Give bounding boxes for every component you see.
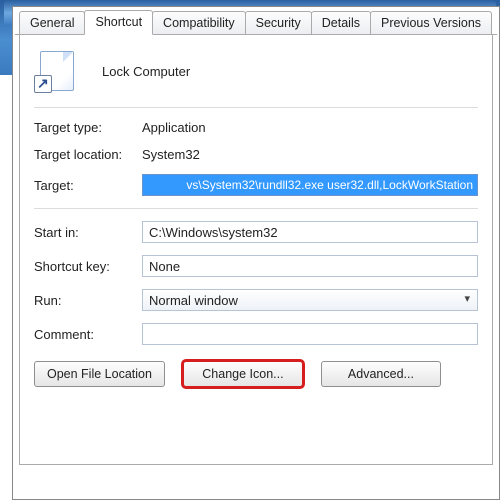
tab-shortcut[interactable]: Shortcut: [84, 10, 153, 35]
label-target-type: Target type:: [34, 120, 142, 135]
tab-details[interactable]: Details: [311, 11, 371, 34]
value-target-location: System32: [142, 147, 200, 162]
row-comment: Comment:: [34, 323, 478, 345]
select-run[interactable]: Normal window: [142, 289, 478, 311]
tab-compatibility[interactable]: Compatibility: [152, 11, 246, 34]
tab-previous-versions[interactable]: Previous Versions: [370, 11, 492, 34]
row-run: Run: Normal window: [34, 289, 478, 311]
value-target-type: Application: [142, 120, 206, 135]
input-shortcut-key[interactable]: [142, 255, 478, 277]
row-shortcut-key: Shortcut key:: [34, 255, 478, 277]
label-target: Target:: [34, 178, 142, 193]
input-comment[interactable]: [142, 323, 478, 345]
label-comment: Comment:: [34, 327, 142, 342]
shortcut-name: Lock Computer: [102, 64, 190, 79]
row-target-location: Target location: System32: [34, 147, 478, 162]
open-file-location-button[interactable]: Open File Location: [34, 361, 165, 387]
label-target-location: Target location:: [34, 147, 142, 162]
shortcut-header: Lock Computer: [34, 49, 478, 93]
tab-security[interactable]: Security: [245, 11, 312, 34]
input-target[interactable]: vs\System32\rundll32.exe user32.dll,Lock…: [142, 174, 478, 196]
label-run: Run:: [34, 293, 142, 308]
divider: [34, 208, 478, 209]
label-shortcut-key: Shortcut key:: [34, 259, 142, 274]
label-start-in: Start in:: [34, 225, 142, 240]
row-start-in: Start in:: [34, 221, 478, 243]
row-target: Target: vs\System32\rundll32.exe user32.…: [34, 174, 478, 196]
advanced-button[interactable]: Advanced...: [321, 361, 441, 387]
tab-strip: General Shortcut Compatibility Security …: [15, 9, 497, 35]
change-icon-button[interactable]: Change Icon...: [183, 361, 303, 387]
shortcut-file-icon: [34, 49, 78, 93]
input-start-in[interactable]: [142, 221, 478, 243]
row-target-type: Target type: Application: [34, 120, 478, 135]
divider: [34, 107, 478, 108]
tab-panel-shortcut: Lock Computer Target type: Application T…: [19, 35, 493, 465]
button-row: Open File Location Change Icon... Advanc…: [34, 361, 478, 387]
properties-dialog: General Shortcut Compatibility Security …: [12, 6, 500, 500]
tab-general[interactable]: General: [19, 11, 85, 34]
